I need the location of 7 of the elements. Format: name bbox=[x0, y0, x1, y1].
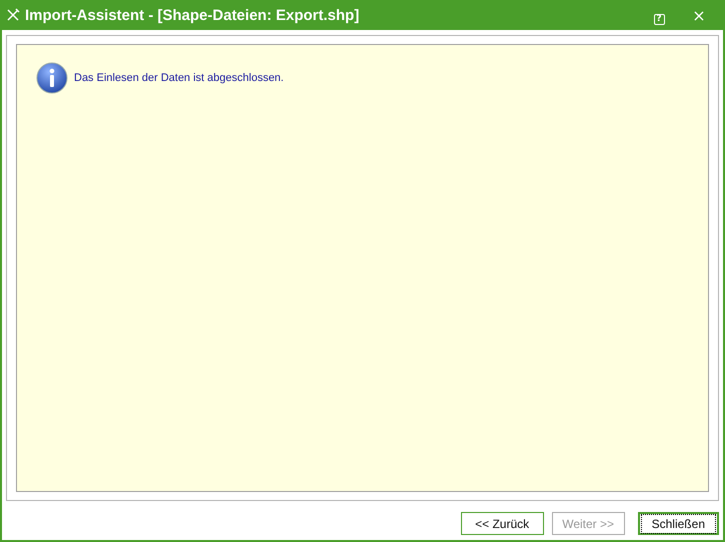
close-button[interactable]: × bbox=[679, 1, 719, 29]
wizard-button[interactable]: Schließen bbox=[638, 512, 719, 535]
info-icon bbox=[36, 62, 68, 94]
window-title: Import-Assistent - [Shape-Dateien: Export.shp] bbox=[25, 6, 360, 24]
status-message: Das Einlesen der Daten ist abgeschlossen. bbox=[74, 72, 284, 84]
wizard-button[interactable]: << Zurück bbox=[460, 512, 544, 535]
tools-icon bbox=[6, 8, 20, 22]
